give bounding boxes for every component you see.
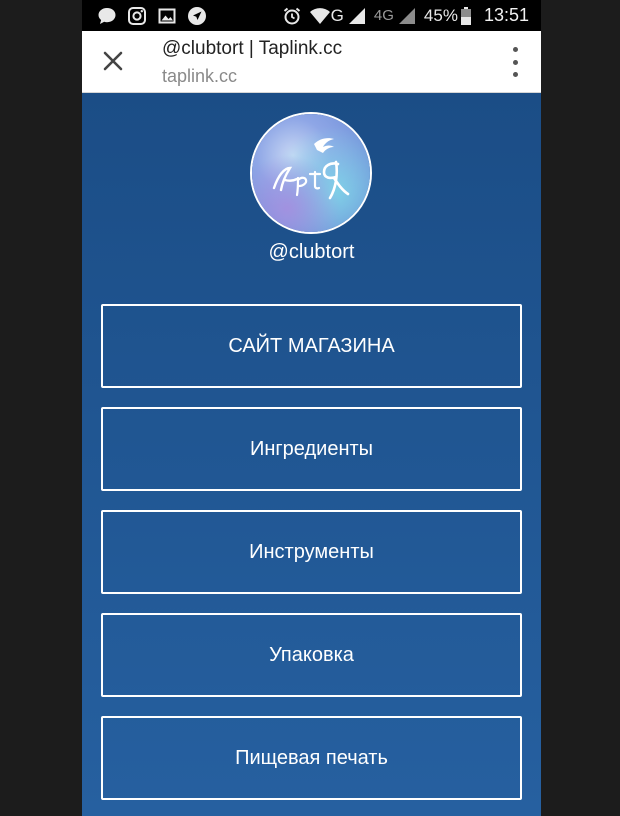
profile-username: @clubtort bbox=[268, 241, 355, 263]
menu-dot-icon bbox=[512, 47, 518, 52]
battery-percent: 45% bbox=[423, 5, 458, 25]
link-button-food-print[interactable]: Пищевая печать bbox=[101, 716, 522, 800]
overflow-menu-button[interactable] bbox=[507, 47, 523, 77]
avatar-logo-icon bbox=[252, 114, 370, 232]
page-title: @clubtort | Taplink.cc bbox=[162, 38, 343, 59]
status-time: 13:51 bbox=[483, 5, 529, 25]
browser-toolbar: @clubtort | Taplink.cc taplink.cc bbox=[82, 31, 541, 93]
wifi-icon bbox=[309, 5, 331, 27]
network-4g-label: 4G bbox=[373, 7, 394, 24]
chat-icon bbox=[96, 5, 118, 27]
link-button-tools[interactable]: Инструменты bbox=[101, 510, 522, 594]
close-icon bbox=[103, 51, 123, 71]
status-bar-right: G 4G 45% 13:51 bbox=[281, 0, 529, 31]
signal-icon-2 bbox=[396, 5, 418, 27]
link-button-packaging[interactable]: Упаковка bbox=[101, 613, 522, 697]
link-button-ingredients[interactable]: Ингредиенты bbox=[101, 407, 522, 491]
page-url: taplink.cc bbox=[162, 66, 238, 86]
battery-icon bbox=[460, 5, 472, 27]
link-button-shop-site[interactable]: САЙТ МАГАЗИНА bbox=[101, 304, 522, 388]
signal-icon bbox=[346, 5, 368, 27]
image-icon bbox=[156, 5, 178, 27]
status-bar-left bbox=[96, 0, 208, 31]
link-list: САЙТ МАГАЗИНА Ингредиенты Инструменты Уп… bbox=[101, 304, 522, 816]
instagram-icon bbox=[126, 5, 148, 27]
menu-dot-icon bbox=[512, 59, 518, 65]
status-bar: G 4G 45% 13:51 bbox=[82, 0, 541, 31]
avatar[interactable] bbox=[250, 112, 372, 234]
network-g-label: G bbox=[330, 5, 344, 25]
close-button[interactable] bbox=[96, 44, 130, 78]
navigation-icon bbox=[186, 5, 208, 27]
alarm-icon bbox=[281, 5, 303, 27]
page-content: @clubtort САЙТ МАГАЗИНА Ингредиенты Инст… bbox=[82, 93, 541, 816]
phone-screen: G 4G 45% 13:51 @clubtort | Taplink.cc ta… bbox=[82, 0, 541, 816]
menu-dot-icon bbox=[512, 72, 518, 77]
